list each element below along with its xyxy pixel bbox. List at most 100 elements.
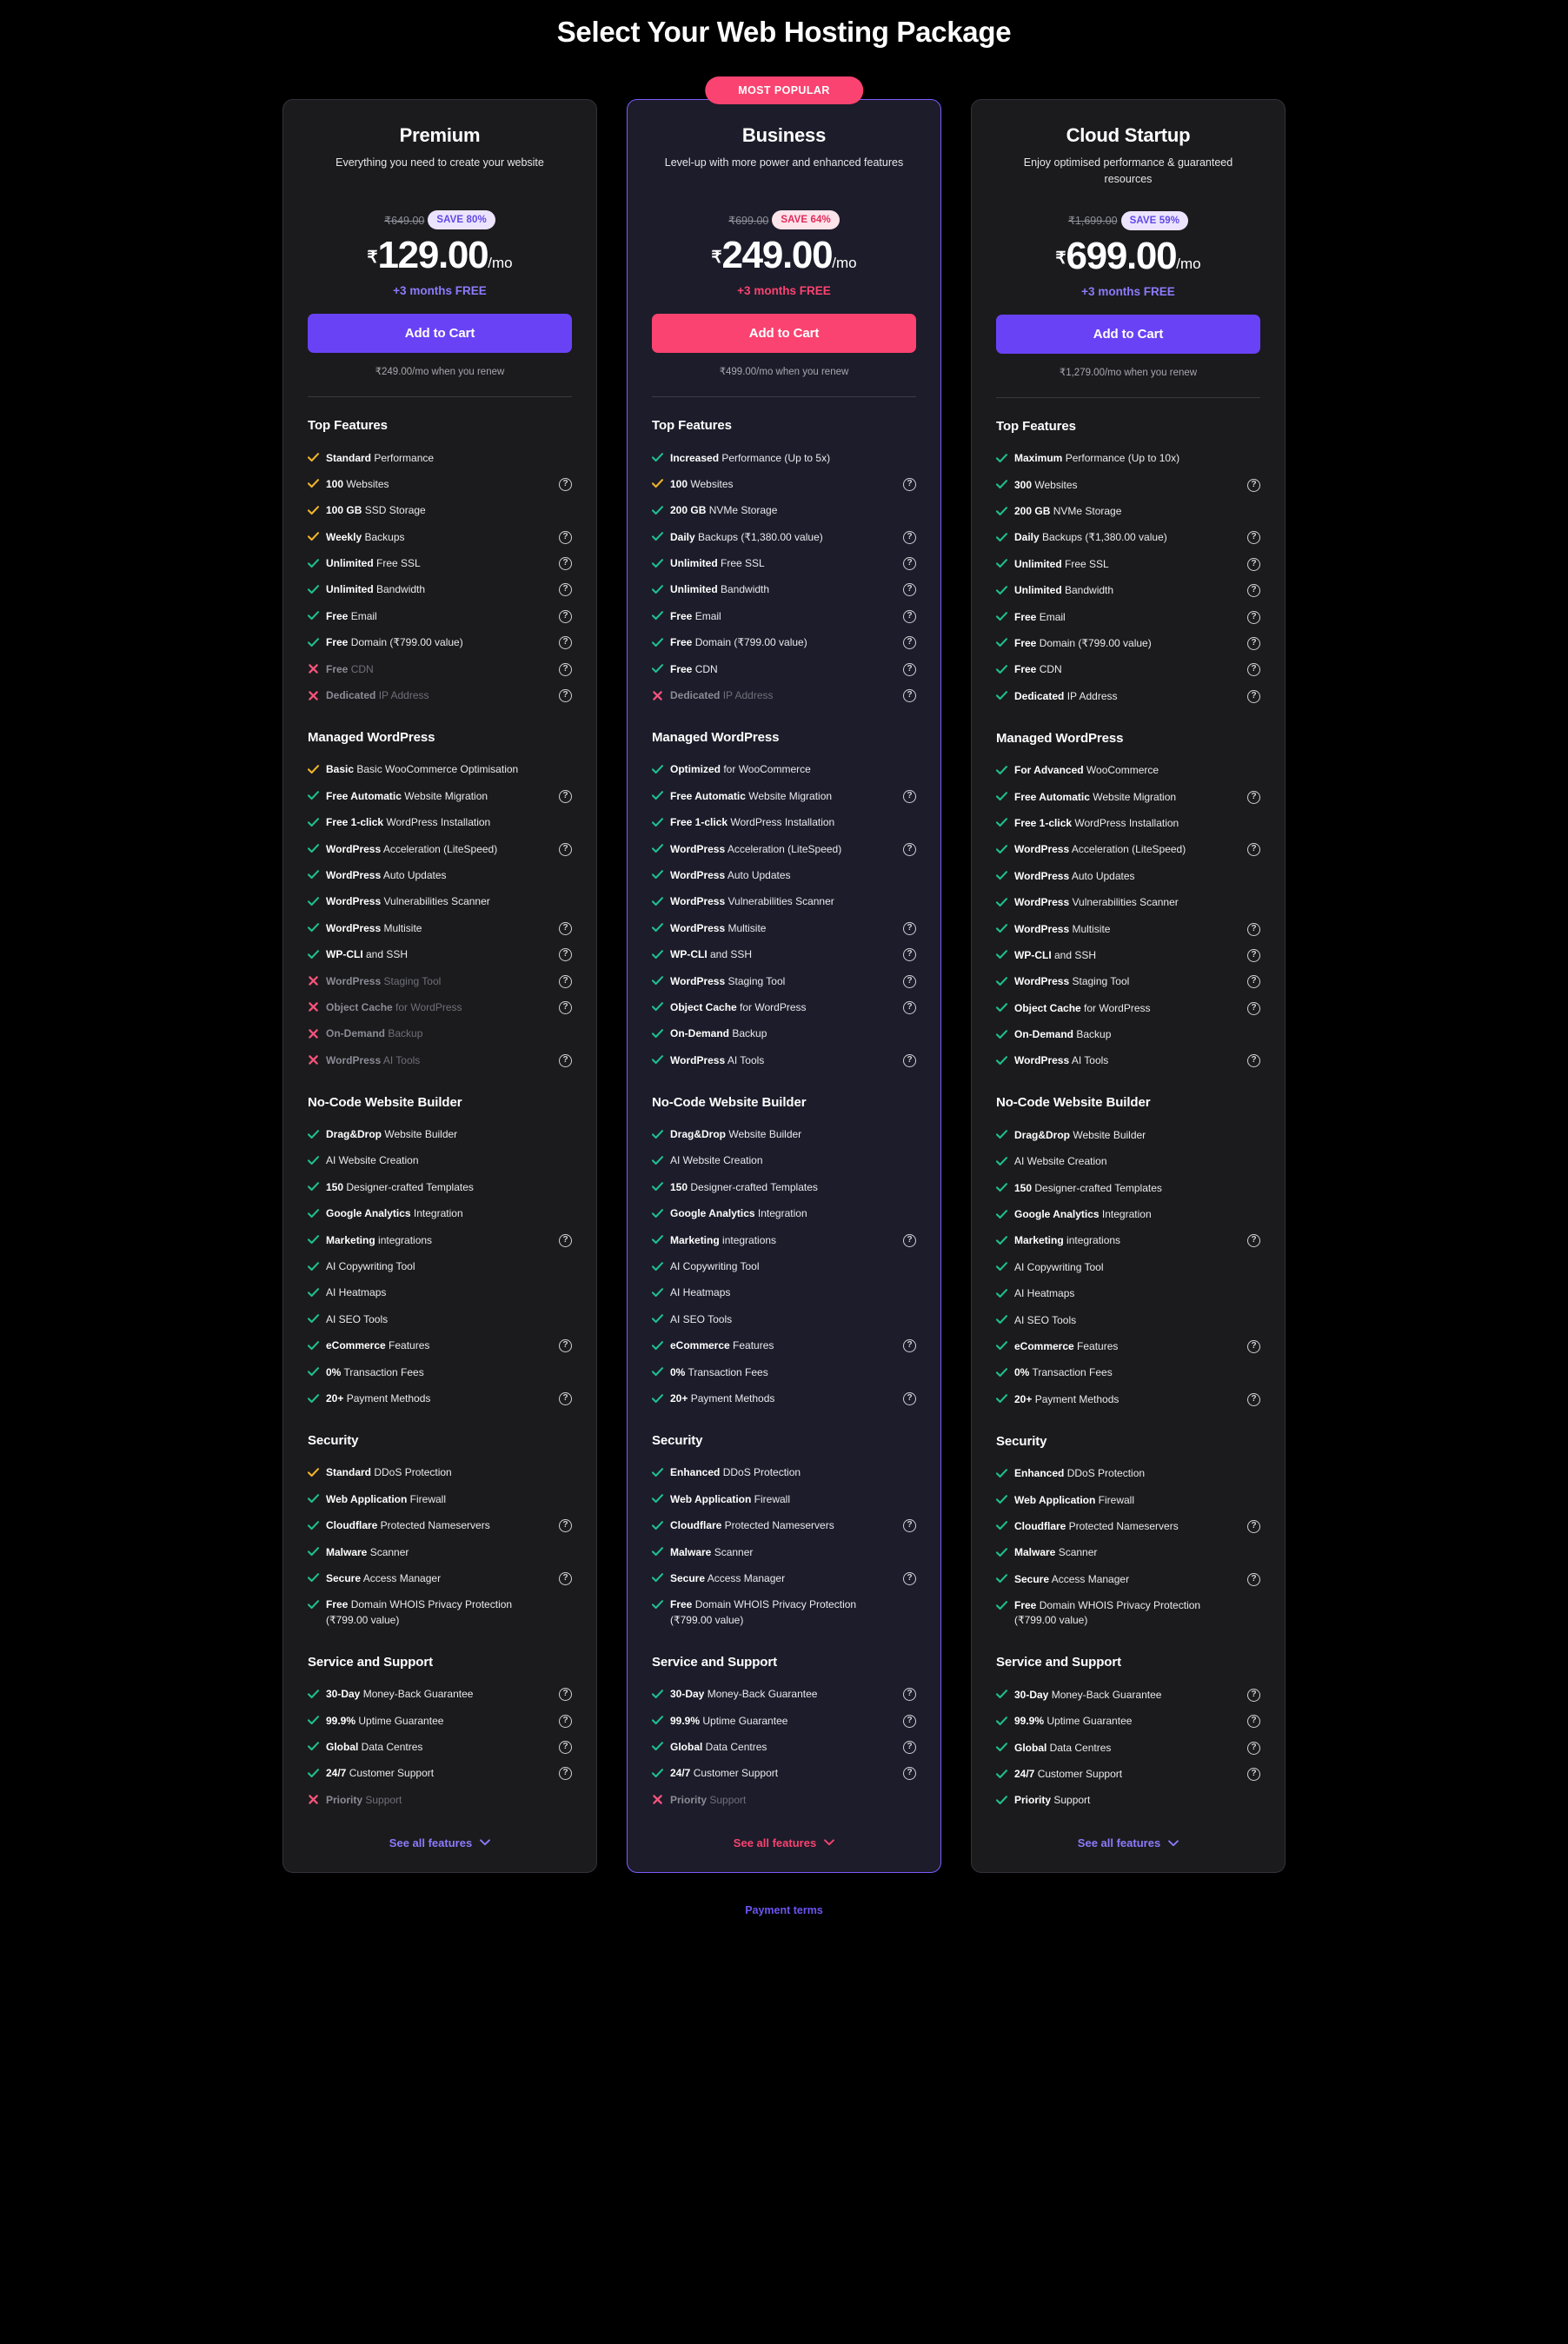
help-circle-icon[interactable]: ? — [559, 1339, 572, 1353]
help-circle-icon[interactable]: ? — [559, 1233, 572, 1247]
feature-row: eCommerce Features? — [996, 1333, 1260, 1359]
help-circle-icon[interactable]: ? — [903, 1767, 916, 1781]
help-circle-icon[interactable]: ? — [559, 583, 572, 597]
help-circle-icon[interactable]: ? — [903, 1392, 916, 1405]
help-circle-icon[interactable]: ? — [903, 689, 916, 703]
help-circle-icon[interactable]: ? — [559, 1767, 572, 1781]
feature-row: Secure Access Manager? — [652, 1565, 916, 1591]
help-circle-icon[interactable]: ? — [559, 689, 572, 703]
help-circle-icon[interactable]: ? — [1247, 1688, 1260, 1702]
feature-label-strong: WordPress — [326, 1053, 382, 1066]
help-circle-icon[interactable]: ? — [1247, 1519, 1260, 1533]
feature-label: 100 Websites — [670, 477, 896, 492]
help-circle-icon[interactable]: ? — [903, 530, 916, 544]
help-circle-icon[interactable]: ? — [903, 636, 916, 650]
help-circle-icon[interactable]: ? — [903, 1339, 916, 1353]
help-circle-icon[interactable]: ? — [903, 1519, 916, 1533]
feature-row: Free Email? — [308, 603, 572, 629]
help-circle-icon[interactable]: ? — [559, 530, 572, 544]
help-circle-icon[interactable]: ? — [1247, 1054, 1260, 1068]
help-circle-icon[interactable]: ? — [903, 1053, 916, 1067]
help-circle-icon[interactable]: ? — [559, 1714, 572, 1728]
payment-terms-link[interactable]: Payment terms — [0, 1904, 1568, 1916]
feature-label-strong: Free — [326, 1598, 349, 1611]
feature-label: Priority Support — [326, 1793, 552, 1808]
help-circle-icon[interactable]: ? — [903, 477, 916, 491]
feature-label-strong: Cloudflare — [1014, 1519, 1066, 1532]
feature-label: WordPress Acceleration (LiteSpeed) — [326, 842, 552, 857]
help-circle-icon[interactable]: ? — [1247, 790, 1260, 804]
help-circle-icon[interactable]: ? — [903, 1571, 916, 1585]
feature-label: 20+ Payment Methods — [326, 1391, 552, 1406]
help-circle-icon[interactable]: ? — [903, 842, 916, 856]
feature-row: Free Automatic Website Migration? — [996, 784, 1260, 810]
check-icon — [308, 477, 319, 491]
feature-row: 150 Designer-crafted Templates — [308, 1174, 572, 1200]
check-icon — [652, 477, 663, 491]
help-circle-icon[interactable]: ? — [559, 842, 572, 856]
help-circle-icon[interactable]: ? — [1247, 636, 1260, 650]
see-all-features-link[interactable]: See all features — [652, 1836, 916, 1849]
help-circle-icon[interactable]: ? — [559, 948, 572, 962]
help-circle-icon[interactable]: ? — [559, 789, 572, 803]
help-circle-icon[interactable]: ? — [1247, 610, 1260, 624]
check-icon — [652, 1285, 663, 1299]
help-circle-icon[interactable]: ? — [903, 1000, 916, 1014]
help-circle-icon[interactable]: ? — [903, 557, 916, 571]
help-circle-icon[interactable]: ? — [903, 1740, 916, 1754]
add-to-cart-button[interactable]: Add to Cart — [996, 314, 1260, 354]
help-circle-icon[interactable]: ? — [1247, 1768, 1260, 1782]
help-circle-icon[interactable]: ? — [1247, 1234, 1260, 1248]
help-circle-icon[interactable]: ? — [559, 557, 572, 571]
help-circle-icon[interactable]: ? — [903, 1714, 916, 1728]
help-circle-icon[interactable]: ? — [1247, 531, 1260, 545]
help-circle-icon[interactable]: ? — [903, 662, 916, 676]
help-circle-icon[interactable]: ? — [559, 636, 572, 650]
see-all-features-link[interactable]: See all features — [308, 1836, 572, 1849]
help-circle-icon[interactable]: ? — [1247, 1572, 1260, 1586]
help-circle-icon[interactable]: ? — [903, 948, 916, 962]
help-circle-icon[interactable]: ? — [559, 1740, 572, 1754]
help-circle-icon[interactable]: ? — [559, 921, 572, 935]
feature-row: Cloudflare Protected Nameservers? — [308, 1513, 572, 1539]
help-circle-icon[interactable]: ? — [1247, 1715, 1260, 1729]
help-circle-icon[interactable]: ? — [559, 1688, 572, 1702]
help-circle-icon[interactable]: ? — [559, 1519, 572, 1533]
help-circle-icon[interactable]: ? — [903, 609, 916, 623]
help-circle-icon[interactable]: ? — [559, 1053, 572, 1067]
add-to-cart-button[interactable]: Add to Cart — [308, 314, 572, 353]
help-circle-icon[interactable]: ? — [559, 477, 572, 491]
check-icon — [652, 1465, 663, 1479]
feature-label-rest: Staging Tool — [381, 974, 442, 987]
help-circle-icon[interactable]: ? — [1247, 843, 1260, 857]
help-circle-icon[interactable]: ? — [903, 1233, 916, 1247]
help-circle-icon[interactable]: ? — [903, 921, 916, 935]
help-circle-icon[interactable]: ? — [1247, 1741, 1260, 1755]
help-circle-icon[interactable]: ? — [559, 974, 572, 988]
help-circle-icon[interactable]: ? — [1247, 975, 1260, 989]
help-circle-icon[interactable]: ? — [559, 609, 572, 623]
help-circle-icon[interactable]: ? — [1247, 922, 1260, 936]
help-circle-icon[interactable]: ? — [903, 1688, 916, 1702]
see-all-features-link[interactable]: See all features — [996, 1836, 1260, 1849]
help-circle-icon[interactable]: ? — [903, 789, 916, 803]
help-circle-icon[interactable]: ? — [1247, 1392, 1260, 1406]
feature-label-rest: Support — [362, 1793, 402, 1806]
feature-row: 300 Websites? — [996, 472, 1260, 498]
help-circle-icon[interactable]: ? — [1247, 663, 1260, 677]
help-circle-icon[interactable]: ? — [559, 662, 572, 676]
help-circle-icon[interactable]: ? — [1247, 1339, 1260, 1353]
add-to-cart-button[interactable]: Add to Cart — [652, 314, 916, 353]
help-circle-icon[interactable]: ? — [1247, 478, 1260, 492]
help-circle-icon[interactable]: ? — [1247, 1001, 1260, 1015]
help-circle-icon[interactable]: ? — [903, 583, 916, 597]
help-circle-icon[interactable]: ? — [559, 1571, 572, 1585]
help-circle-icon[interactable]: ? — [1247, 557, 1260, 571]
help-circle-icon[interactable]: ? — [1247, 948, 1260, 962]
help-circle-icon[interactable]: ? — [1247, 584, 1260, 598]
help-circle-icon[interactable]: ? — [903, 974, 916, 988]
help-circle-icon[interactable]: ? — [1247, 689, 1260, 703]
help-circle-icon[interactable]: ? — [559, 1000, 572, 1014]
help-circle-icon[interactable]: ? — [559, 1392, 572, 1405]
feature-row: 200 GB NVMe Storage — [652, 498, 916, 524]
